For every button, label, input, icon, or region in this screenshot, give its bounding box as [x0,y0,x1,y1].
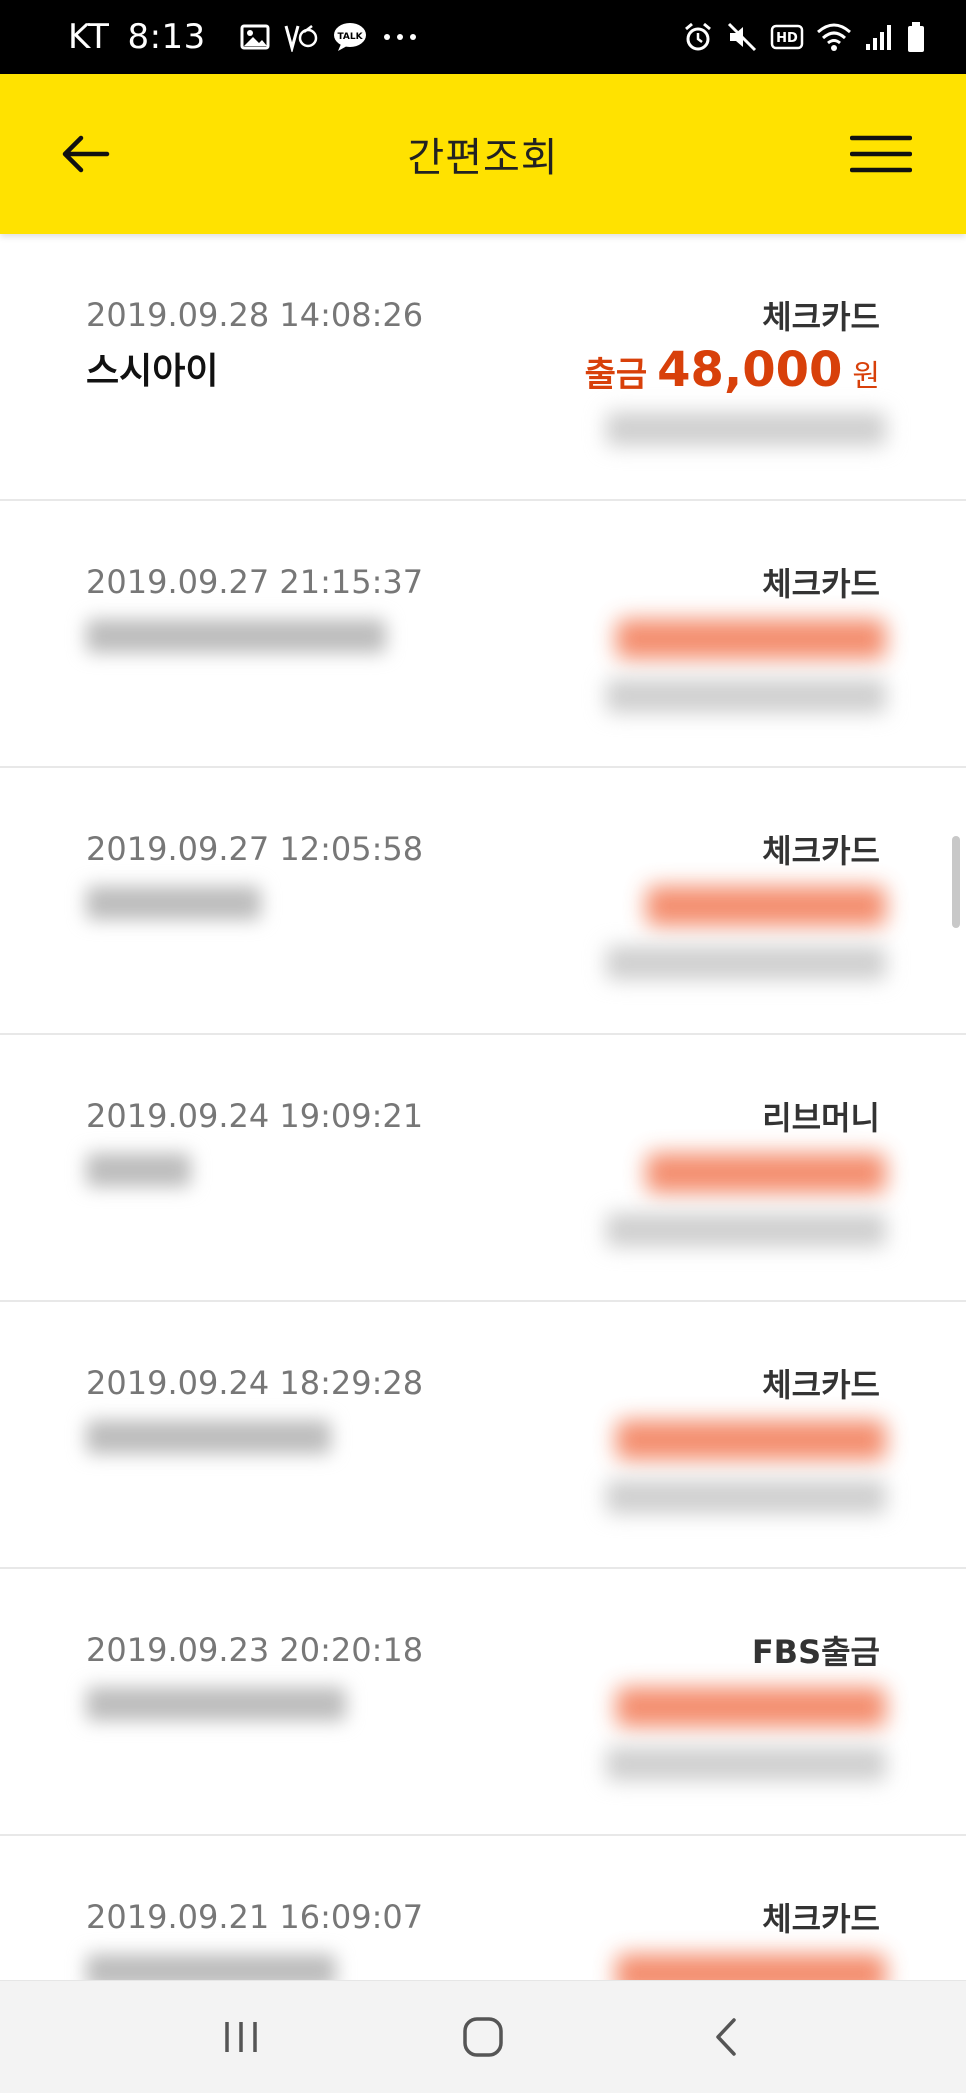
clock-label: 8:13 [127,17,206,57]
system-back-button[interactable] [685,1997,765,2077]
notification-icons: TALK [240,22,418,52]
balance-redacted [606,1213,886,1247]
transaction-datetime: 2019.09.23 20:20:18 [86,1631,424,1669]
transaction-datetime: 2019.09.21 16:09:07 [86,1898,424,1936]
transaction-datetime: 2019.09.28 14:08:26 [86,296,424,334]
amount-redacted [646,886,886,926]
voicemail-icon [284,22,318,52]
menu-button[interactable] [846,119,916,189]
transaction-type: 체크카드 [762,565,880,603]
transaction-datetime: 2019.09.24 19:09:21 [86,1097,424,1135]
merchant-redacted [86,619,386,653]
transaction-row[interactable]: 2019.09.24 18:29:28 체크카드 [0,1302,966,1569]
battery-icon [906,21,926,53]
back-icon [716,2018,736,2056]
transaction-row[interactable]: 2019.09.27 21:15:37 체크카드 [0,501,966,768]
kakaotalk-icon: TALK [332,22,368,52]
wifi-icon [816,22,852,52]
transaction-datetime: 2019.09.27 21:15:37 [86,563,424,601]
transaction-amount: 출금 48,000 원 [585,342,880,398]
transaction-type: FBS출금 [751,1633,880,1671]
svg-text:HD: HD [776,31,798,46]
merchant-redacted [86,1687,346,1721]
transaction-list[interactable]: 2019.09.28 14:08:26 스시아이 체크카드 출금 48,000 … [0,234,966,1980]
home-button[interactable] [443,1997,523,2077]
transaction-type: 리브머니 [762,1099,880,1137]
transaction-row[interactable]: 2019.09.27 12:05:58 체크카드 [0,768,966,1035]
transaction-datetime: 2019.09.27 12:05:58 [86,830,424,868]
merchant-redacted [86,1153,191,1187]
transaction-merchant: 스시아이 [86,351,219,392]
recent-apps-button[interactable] [201,1997,281,2077]
amount-unit: 원 [852,359,880,394]
merchant-redacted [86,1954,336,1980]
balance-redacted [606,1480,886,1514]
hd-icon: HD [770,24,804,50]
more-dots-icon [382,32,418,42]
image-icon [240,23,270,51]
amount-redacted [616,619,886,659]
amount-label: 출금 [584,355,648,395]
merchant-redacted [86,886,261,920]
transaction-datetime: 2019.09.24 18:29:28 [86,1364,424,1402]
transaction-row[interactable]: 2019.09.28 14:08:26 스시아이 체크카드 출금 48,000 … [0,234,966,501]
merchant-redacted [86,1420,331,1454]
balance-redacted [606,1747,886,1781]
scroll-indicator[interactable] [952,836,960,928]
transaction-row[interactable]: 2019.09.24 19:09:21 리브머니 [0,1035,966,1302]
home-icon [463,2017,503,2057]
amount-redacted [616,1954,886,1980]
amount-redacted [616,1687,886,1727]
transaction-type: 체크카드 [762,1366,880,1404]
transaction-type: 체크카드 [762,1900,880,1938]
status-bar: KT 8:13 TALK HD [0,0,966,74]
carrier-label: KT [68,17,110,57]
svg-text:TALK: TALK [337,32,363,42]
amount-redacted [616,1420,886,1460]
status-right: HD [682,21,926,53]
balance-redacted [606,679,886,713]
balance-redacted [606,946,886,980]
transaction-row[interactable]: 2019.09.23 20:20:18 FBS출금 [0,1569,966,1836]
transaction-type: 체크카드 [762,298,880,336]
mute-icon [726,21,758,53]
page-title: 간편조회 [407,135,559,181]
alarm-icon [682,21,714,53]
hamburger-menu-icon [850,135,912,173]
amount-value: 48,000 [657,342,843,398]
screen: KT 8:13 TALK HD 간편조회 2019.09.28 14:08:26… [0,0,966,2093]
nav-bar [0,1980,966,2093]
app-bar: 간편조회 [0,74,966,234]
status-left: KT 8:13 TALK [68,17,418,57]
transaction-type: 체크카드 [762,832,880,870]
balance-redacted [606,412,886,446]
transaction-row[interactable]: 2019.09.21 16:09:07 체크카드 [0,1836,966,1980]
arrow-left-icon [62,135,110,173]
recent-apps-icon [225,2022,257,2052]
back-button[interactable] [50,119,120,189]
signal-icon [864,22,894,52]
amount-redacted [646,1153,886,1193]
